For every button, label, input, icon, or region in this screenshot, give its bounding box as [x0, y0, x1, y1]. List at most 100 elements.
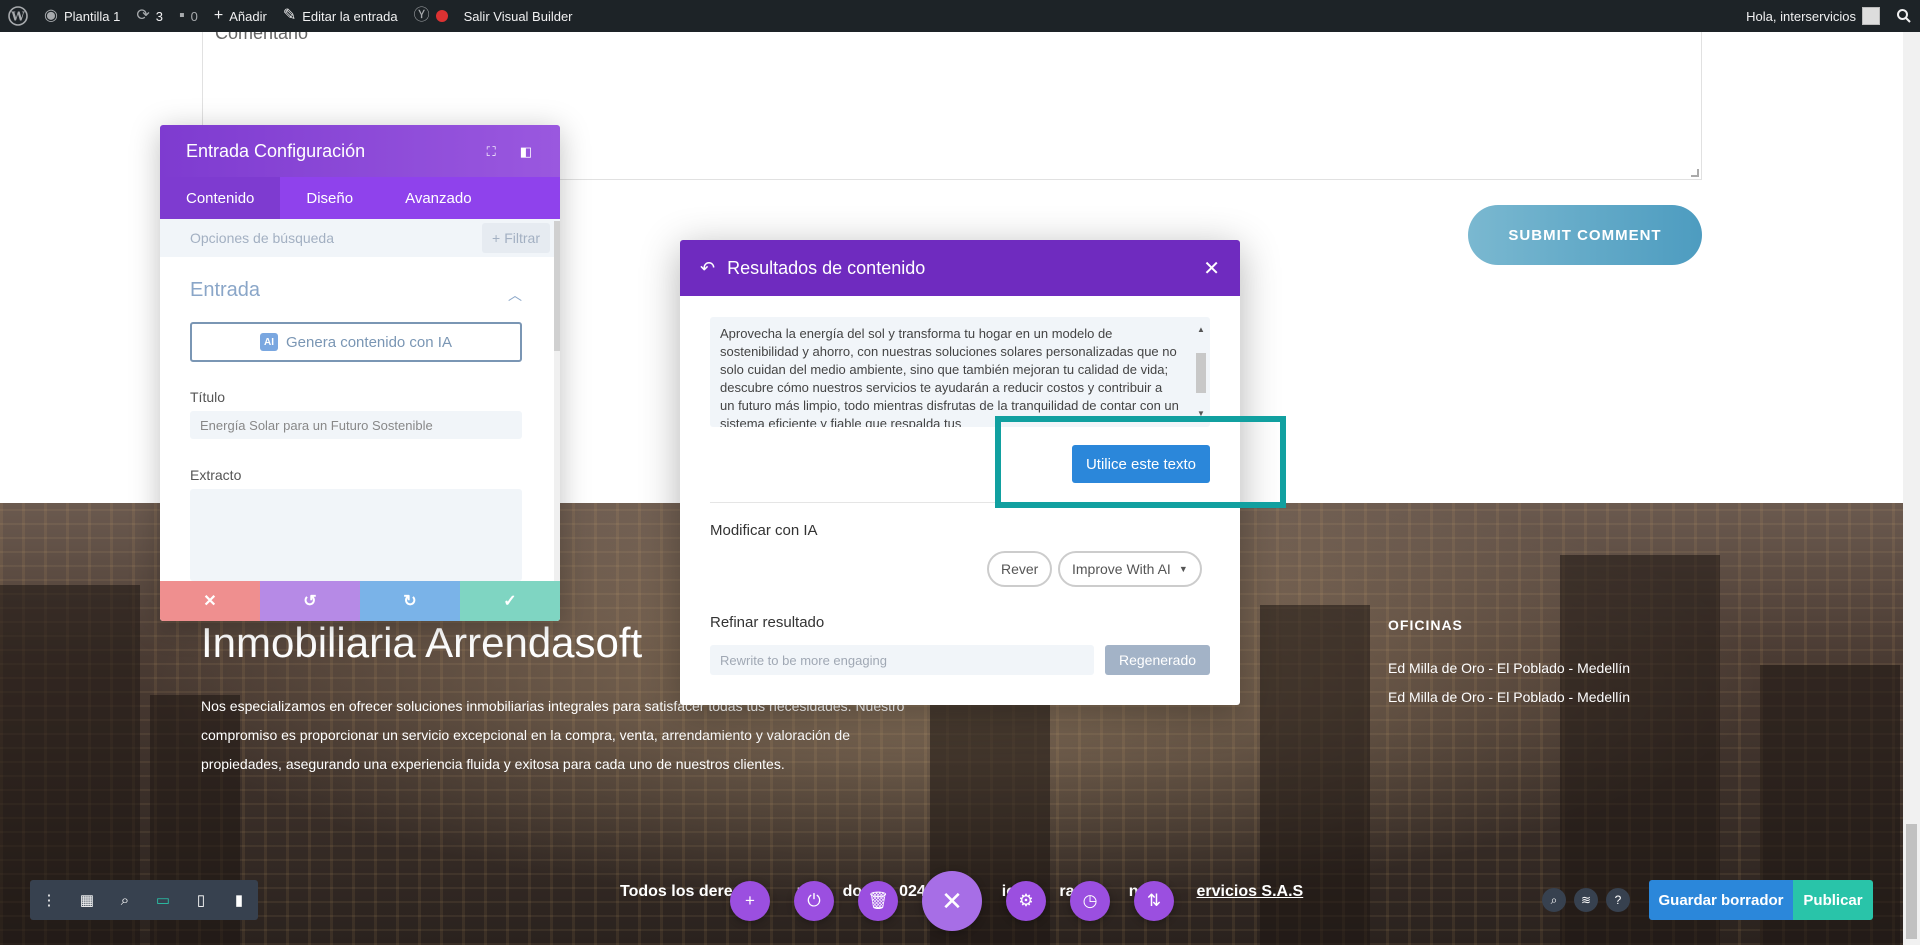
settings-header[interactable]: Entrada Configuración ⛶ ◧	[160, 125, 560, 177]
help-icon: ?	[1614, 893, 1622, 907]
improve-ai-dropdown[interactable]: Improve With AI ▼	[1058, 551, 1202, 587]
publish-button[interactable]: Publicar	[1793, 880, 1873, 920]
page-scrollbar[interactable]	[1903, 32, 1920, 945]
layers-button[interactable]: ≋	[1574, 888, 1598, 912]
plus-icon: +	[745, 891, 755, 910]
search-icon: ⌕	[1550, 892, 1558, 907]
close-icon: ✕	[203, 593, 217, 610]
revert-label: Rever	[1001, 561, 1039, 577]
help-button[interactable]: ?	[1606, 888, 1630, 912]
footer-title: Inmobiliaria Arrendasoft	[201, 619, 643, 666]
settings-title: Entrada Configuración	[186, 140, 366, 161]
page-settings-button[interactable]: ⚙	[1006, 881, 1046, 921]
exit-label: Salir Visual Builder	[463, 8, 573, 24]
discard-button[interactable]: ✕	[160, 581, 260, 621]
options-search-input[interactable]: Opciones de búsqueda	[190, 230, 334, 246]
wireframe-icon[interactable]: ▦	[68, 880, 106, 920]
result-scrollbar[interactable]: ▲ ▼	[1196, 321, 1206, 418]
undo-button[interactable]: ↺	[260, 581, 360, 621]
edit-label: Editar la entrada	[302, 8, 398, 24]
chevron-up-icon[interactable]: ︿	[508, 285, 522, 305]
account-link[interactable]: Hola, interservicios	[1738, 0, 1888, 32]
updates-link[interactable]: ⟳ 3	[128, 0, 171, 32]
tab-content[interactable]: Contenido	[160, 177, 281, 219]
load-layout-button[interactable]: ⏻	[794, 881, 834, 921]
save-button[interactable]: ✓	[460, 581, 560, 621]
result-textarea[interactable]: Aprovecha la energía del sol y transform…	[710, 317, 1210, 427]
edit-post-link[interactable]: ✎ Editar la entrada	[275, 0, 406, 32]
add-new-link[interactable]: + Añadir	[206, 0, 275, 32]
refine-input[interactable]: Rewrite to be more engaging	[710, 645, 1094, 675]
add-label: Añadir	[229, 8, 267, 24]
dashboard-icon: ◉	[44, 7, 58, 24]
status-dot-icon	[435, 10, 448, 22]
excerpt-label: Extracto	[190, 467, 242, 483]
phone-view-icon[interactable]: ▮	[220, 880, 258, 920]
tab-design[interactable]: Diseño	[280, 177, 379, 219]
footer-description: Nos especializamos en ofrecer soluciones…	[201, 698, 905, 772]
wordpress-logo-icon[interactable]: W	[0, 0, 36, 32]
submit-comment-button[interactable]: SUBMIT COMMENT	[1468, 205, 1702, 265]
admin-bar: W ◉ Plantilla 1 ⟳ 3 ▪ 0 + Añadir ✎ Edita…	[0, 0, 1920, 32]
svg-text:W: W	[10, 10, 25, 24]
arrow-up-icon[interactable]: ▲	[1196, 321, 1206, 339]
split-view-icon[interactable]: ◧	[520, 144, 532, 160]
arrow-down-icon[interactable]: ▼	[1196, 405, 1206, 423]
title-input[interactable]: Energía Solar para un Futuro Sostenible	[190, 411, 522, 439]
plus-icon: +	[213, 7, 224, 24]
more-options-icon[interactable]: ⋮	[30, 880, 68, 920]
refine-label: Refinar resultado	[710, 614, 825, 631]
settings-tabs: Contenido Diseño Avanzado	[160, 177, 560, 219]
scrollbar-thumb[interactable]	[1906, 824, 1917, 939]
ai-icon: AI	[260, 333, 279, 351]
modal-header: ↶ Resultados de contenido ✕	[680, 240, 1240, 296]
comments-link[interactable]: ▪ 0	[171, 0, 206, 32]
options-search-row: Opciones de búsqueda + Filtrar	[160, 219, 560, 257]
search-icon	[1897, 9, 1911, 23]
tab-advanced[interactable]: Avanzado	[379, 177, 497, 219]
expand-icon[interactable]: ⛶	[487, 144, 496, 160]
clear-layout-button[interactable]: 🗑	[858, 881, 898, 921]
result-text: Aprovecha la energía del sol y transform…	[720, 326, 1179, 427]
layers-icon: ≋	[1580, 893, 1592, 907]
panel-scrollbar[interactable]	[554, 221, 560, 621]
settings-footer: ✕ ↺ ↻ ✓	[160, 581, 560, 621]
comments-count: 0	[190, 8, 198, 24]
redo-button[interactable]: ↻	[360, 581, 460, 621]
resize-handle-icon[interactable]	[1691, 169, 1699, 177]
exit-builder-link[interactable]: Salir Visual Builder	[456, 0, 581, 32]
search-button[interactable]: ⌕	[1542, 888, 1566, 912]
divider	[710, 502, 1210, 503]
modal-title: Resultados de contenido	[727, 257, 926, 278]
history-button[interactable]: ◷	[1070, 881, 1110, 921]
title-label: Título	[190, 389, 226, 405]
zoom-icon[interactable]: ⌕	[106, 880, 144, 920]
desktop-view-icon[interactable]: ▭	[144, 880, 182, 920]
filter-button[interactable]: + Filtrar	[482, 223, 550, 253]
generate-label: Genera contenido con IA	[286, 333, 452, 351]
power-icon: ⏻	[807, 891, 821, 910]
back-arrow-icon[interactable]: ↶	[700, 258, 715, 279]
add-module-button[interactable]: +	[730, 881, 770, 921]
admin-search-button[interactable]	[1888, 0, 1920, 32]
avatar	[1862, 7, 1880, 25]
use-text-button[interactable]: Utilice este texto	[1072, 445, 1210, 483]
close-icon[interactable]: ✕	[1203, 256, 1220, 281]
save-draft-button[interactable]: Guardar borrador	[1649, 880, 1793, 920]
office-address: Ed Milla de Oro - El Poblado - Medellín	[1388, 689, 1630, 705]
clock-icon: ◷	[1082, 891, 1098, 910]
excerpt-textarea[interactable]	[190, 489, 522, 581]
section-toggle-entrada[interactable]: Entrada	[190, 279, 260, 302]
transfer-icon: ⇅	[1146, 891, 1162, 910]
office-address: Ed Milla de Oro - El Poblado - Medellín	[1388, 660, 1630, 676]
revert-button[interactable]: Rever	[987, 551, 1053, 587]
close-toolbar-button[interactable]: ✕	[922, 871, 982, 931]
regenerate-button[interactable]: Regenerado	[1105, 645, 1210, 675]
generate-ai-button[interactable]: AI Genera contenido con IA	[190, 322, 522, 362]
settings-panel: Entrada Configuración ⛶ ◧ Contenido Dise…	[160, 125, 560, 621]
tablet-view-icon[interactable]: ▯	[182, 880, 220, 920]
yoast-link[interactable]: Ⓨ	[406, 0, 456, 32]
portability-button[interactable]: ⇅	[1134, 881, 1174, 921]
site-name-link[interactable]: ◉ Plantilla 1	[36, 0, 128, 32]
yoast-icon: Ⓨ	[413, 7, 430, 24]
